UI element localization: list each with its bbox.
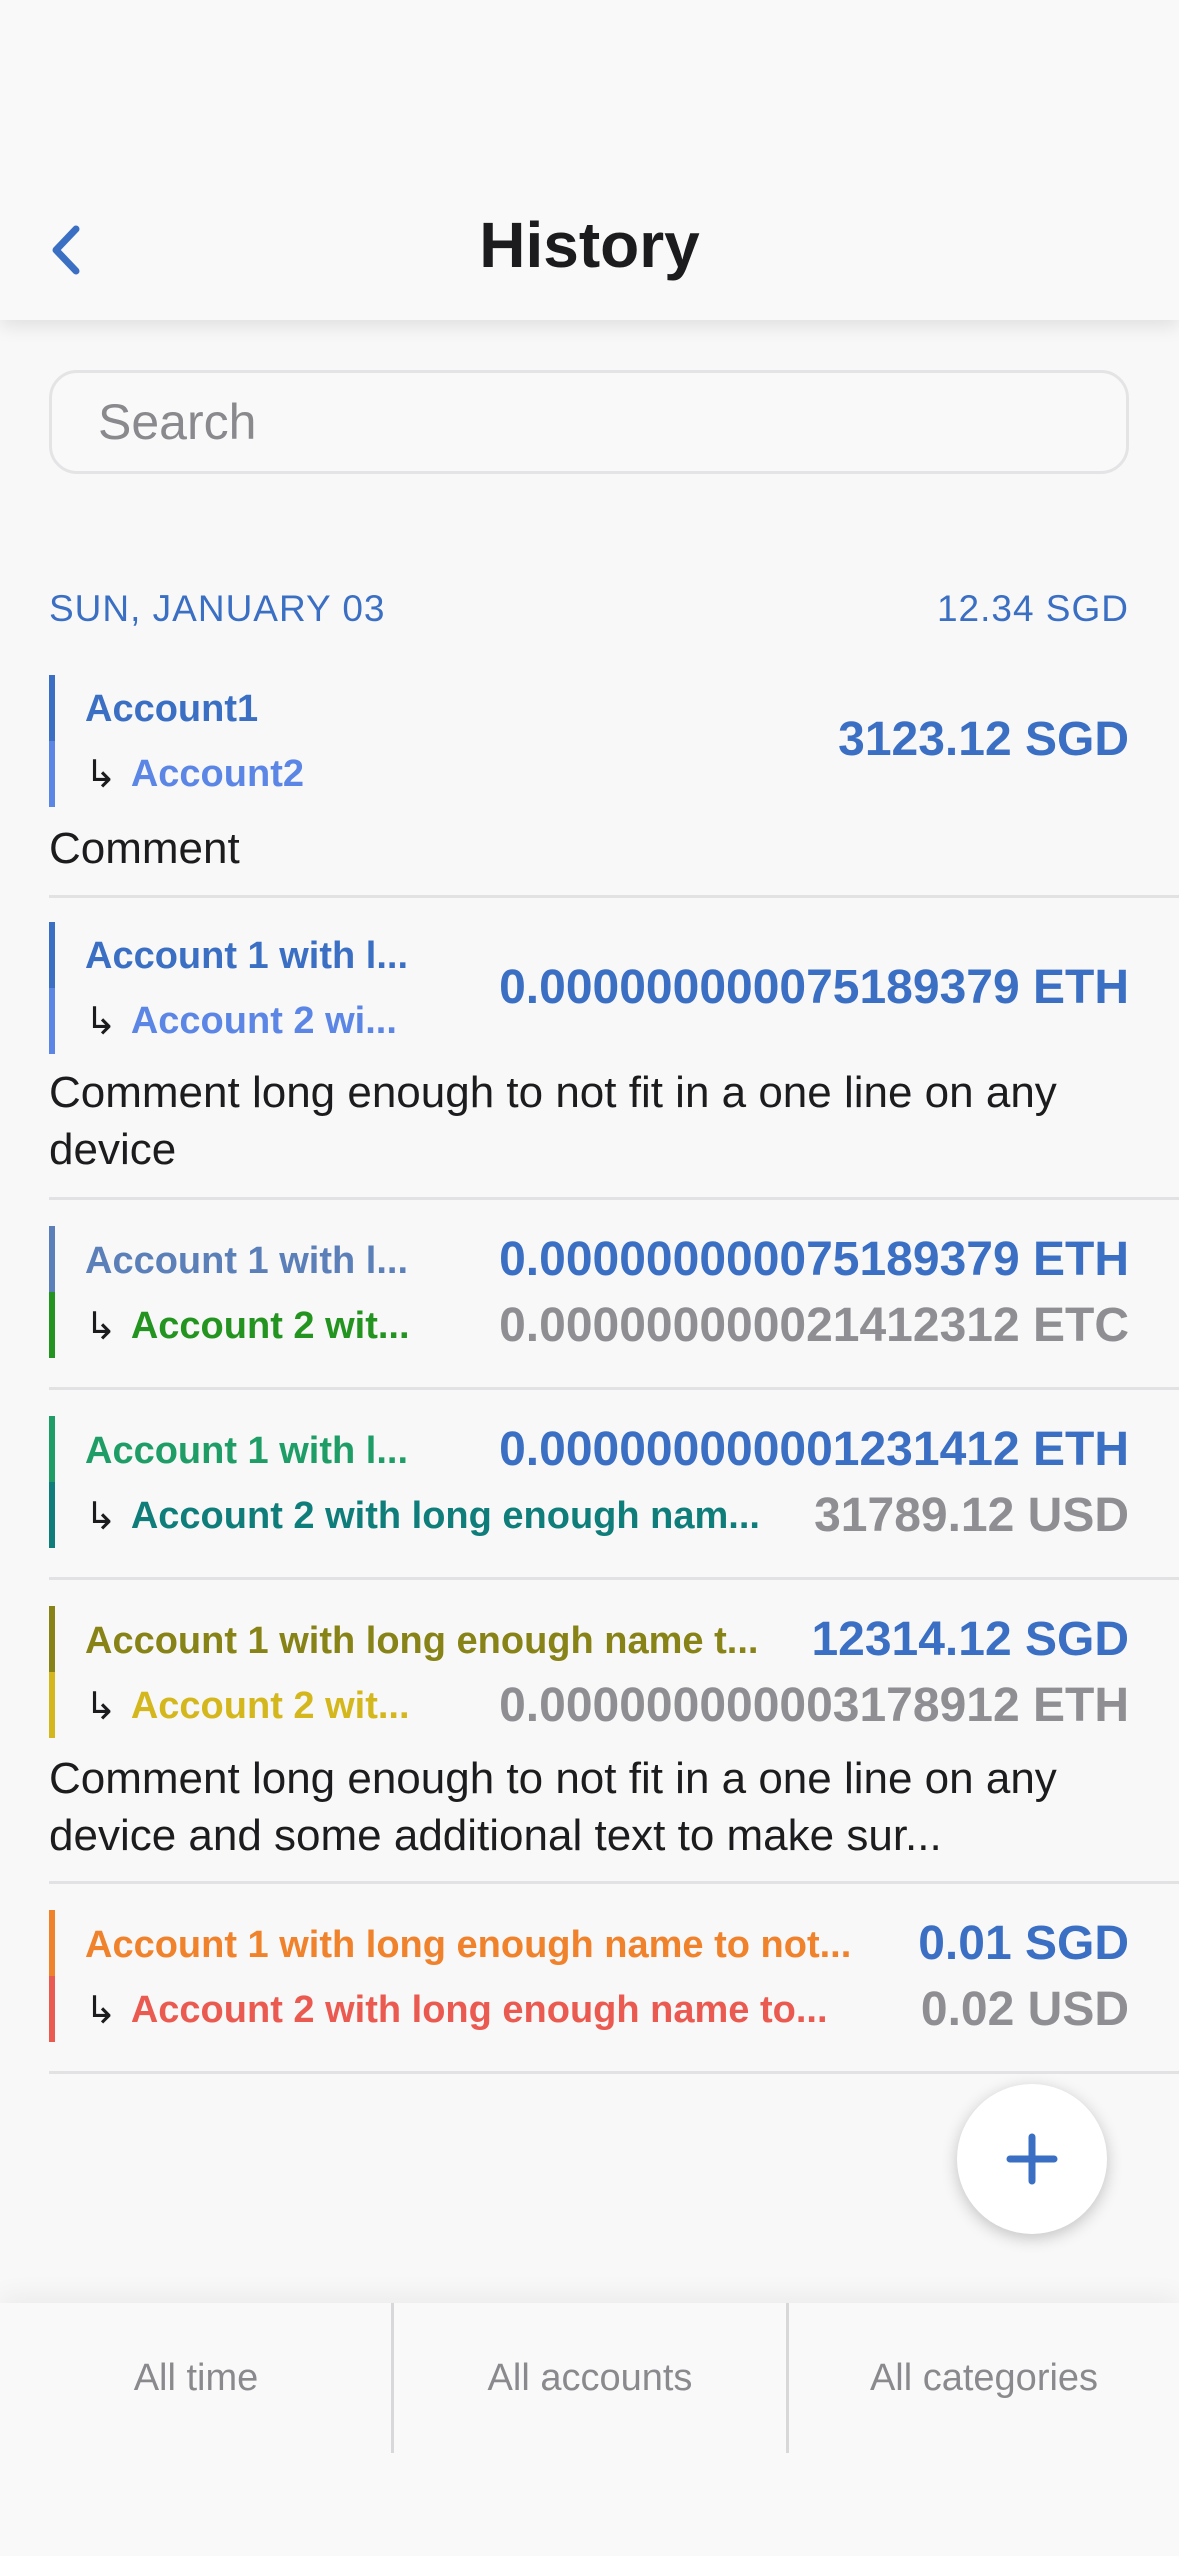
from-color-bar — [49, 922, 55, 988]
row-divider — [49, 2071, 1179, 2074]
secondary-amount: 0.02 USD — [920, 1983, 1129, 2036]
transaction-row[interactable]: Account 1 with long enough name to not..… — [49, 1884, 1179, 2074]
transfer-arrow-icon: ↳ — [85, 1496, 117, 1538]
to-color-bar — [49, 1672, 55, 1738]
search-input[interactable] — [49, 370, 1129, 474]
comment: Comment long enough to not fit in a one … — [49, 1068, 1057, 1174]
secondary-amount: 0.000000000021412312 ETC — [499, 1299, 1129, 1352]
plus-icon — [1006, 2133, 1058, 2185]
section-date: SUN, JANUARY 03 — [49, 588, 386, 629]
transfer-arrow-icon: ↳ — [85, 1990, 117, 2032]
to-color-bar — [49, 1976, 55, 2042]
nav-header: History — [0, 0, 1179, 320]
amount: 0.000000000001231412 ETH — [499, 1423, 1129, 1476]
to-color-bar — [49, 741, 55, 807]
amount: 0.000000000075189379 ETH — [499, 1233, 1129, 1286]
from-account: Account 1 with l... — [85, 1240, 409, 1282]
amount: 3123.12 SGD — [838, 713, 1129, 766]
secondary-amount: 0.000000000003178912 ETH — [499, 1679, 1129, 1732]
to-account: Account 2 wi... — [130, 1000, 397, 1042]
to-color-bar — [49, 988, 55, 1054]
from-account: Account 1 with long enough name t... — [85, 1620, 759, 1662]
page-title: History — [479, 209, 700, 281]
to-color-bar — [49, 1292, 55, 1358]
transfer-arrow-icon: ↳ — [85, 1686, 117, 1728]
transaction-row[interactable]: Account 1 with l... ↳ Account 2 with lon… — [49, 1390, 1179, 1580]
to-color-bar — [49, 1482, 55, 1548]
transaction-row[interactable]: Account 1 with long enough name t... ↳ A… — [49, 1580, 1179, 1884]
transaction-row[interactable]: Account1 ↳ Account2 3123.12 SGD Comment — [49, 672, 1179, 898]
amount: 0.000000000075189379 ETH — [499, 961, 1129, 1014]
transfer-arrow-icon: ↳ — [85, 754, 117, 796]
secondary-amount: 31789.12 USD — [814, 1489, 1129, 1542]
add-transaction-button[interactable] — [957, 2084, 1107, 2234]
to-account: Account2 — [130, 753, 304, 795]
from-color-bar — [49, 1606, 55, 1672]
from-account: Account 1 with long enough name to not..… — [85, 1924, 852, 1966]
transfer-arrow-icon: ↳ — [85, 1001, 117, 1043]
filter-accounts[interactable]: All accounts — [394, 2303, 786, 2453]
to-account: Account 2 wit... — [130, 1685, 410, 1727]
transaction-row[interactable]: Account 1 with l... ↳ Account 2 wi... 0.… — [49, 898, 1179, 1200]
from-color-bar — [49, 675, 55, 741]
amount: 0.01 SGD — [918, 1917, 1129, 1970]
transfer-arrow-icon: ↳ — [85, 1306, 117, 1348]
from-color-bar — [49, 1226, 55, 1292]
to-account: Account 2 with long enough nam... — [130, 1495, 760, 1537]
from-account: Account 1 with l... — [85, 1430, 409, 1472]
from-account: Account 1 with l... — [85, 935, 409, 977]
amount: 12314.12 SGD — [811, 1613, 1129, 1666]
filter-time[interactable]: All time — [0, 2303, 392, 2453]
filter-categories[interactable]: All categories — [789, 2303, 1179, 2453]
from-color-bar — [49, 1416, 55, 1482]
to-account: Account 2 with long enough name to... — [130, 1989, 828, 2031]
transaction-row[interactable]: Account 1 with l... ↳ Account 2 wit... 0… — [49, 1200, 1179, 1390]
comment: Comment — [49, 824, 240, 873]
to-account: Account 2 wit... — [130, 1305, 410, 1347]
section-total: 12.34 SGD — [936, 588, 1129, 629]
from-account: Account1 — [85, 688, 259, 730]
comment: Comment long enough to not fit in a one … — [49, 1754, 1057, 1860]
filter-bar: All time All accounts All categories — [0, 2303, 1179, 2556]
from-color-bar — [49, 1910, 55, 1976]
